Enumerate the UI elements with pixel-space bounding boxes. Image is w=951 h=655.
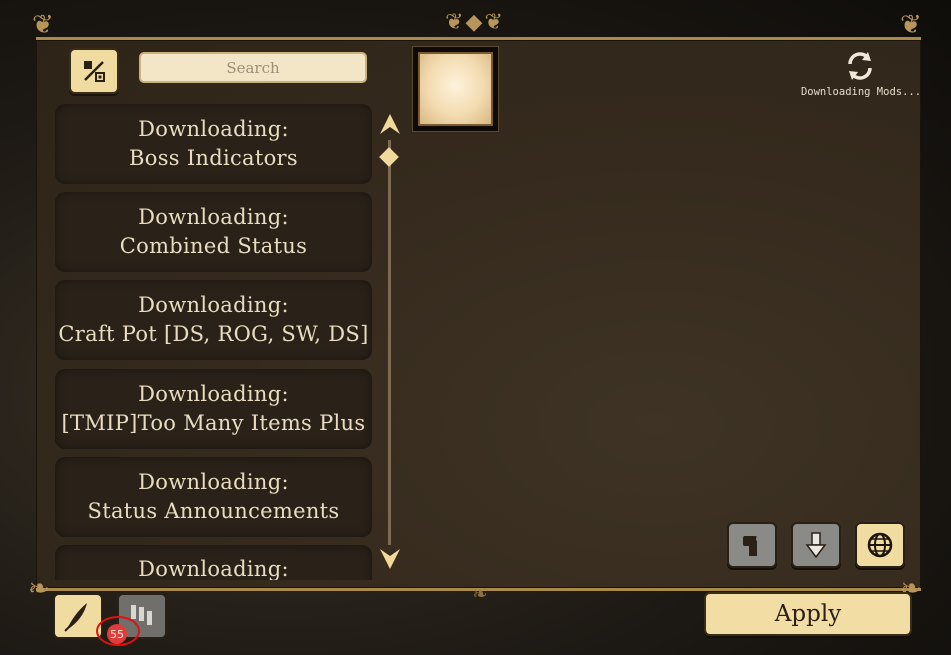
notification-badge: 55: [107, 624, 127, 644]
mod-status-label: Downloading:: [138, 205, 289, 229]
mod-status-label: Downloading:: [138, 293, 289, 317]
mod-preview-placeholder: [418, 52, 493, 126]
workshop-button[interactable]: [727, 522, 777, 568]
mod-list-item[interactable]: Downloading:: [55, 545, 372, 580]
wrench-icon: [743, 536, 762, 556]
globe-icon: [867, 532, 893, 558]
apply-button-label: Apply: [774, 601, 842, 627]
mod-preview-image: [412, 46, 499, 132]
bottom-ornament-icon: ❧: [472, 584, 488, 605]
scroll-down-arrow-icon: [380, 549, 400, 569]
mod-list: Downloading: Boss Indicators Downloading…: [52, 104, 376, 580]
mod-name: Combined Status: [119, 234, 308, 258]
scrollbar[interactable]: [388, 140, 391, 545]
mod-status-label: Downloading:: [138, 470, 289, 494]
filter-button[interactable]: [69, 48, 119, 94]
corner-ornament-icon: ❧: [28, 574, 50, 604]
server-browser-button[interactable]: [855, 522, 905, 568]
apply-button[interactable]: Apply: [704, 592, 912, 636]
mod-status-label: Downloading:: [138, 382, 289, 406]
filter-icon: [84, 61, 105, 82]
search-placeholder: Search: [226, 58, 280, 77]
mod-list-item[interactable]: Downloading: Craft Pot [DS, ROG, SW, DS]: [55, 280, 372, 360]
mod-name: Status Announcements: [87, 499, 340, 523]
scroll-down-button[interactable]: [378, 547, 402, 571]
download-arrow-icon: [805, 532, 827, 559]
search-input[interactable]: Search: [139, 52, 367, 83]
mod-list-item[interactable]: Downloading: Status Announcements: [55, 457, 372, 537]
mod-list-item[interactable]: Downloading: [TMIP]Too Many Items Plus: [55, 369, 372, 449]
mod-name: Boss Indicators: [129, 146, 298, 170]
mod-name: Craft Pot [DS, ROG, SW, DS]: [58, 322, 369, 346]
scroll-up-arrow-icon: [380, 114, 400, 134]
mod-status-label: Downloading:: [138, 117, 289, 141]
corner-ornament-icon: ❦: [32, 10, 54, 40]
download-status-text: Downloading Mods...: [800, 86, 922, 98]
mod-name: [TMIP]Too Many Items Plus: [61, 411, 366, 435]
top-ornament-icon: ❦◆❦: [445, 10, 505, 35]
mod-list-item[interactable]: Downloading: Combined Status: [55, 192, 372, 272]
mod-status-label: Downloading:: [138, 557, 289, 580]
feather-icon: [64, 603, 87, 632]
download-button[interactable]: [791, 522, 841, 568]
refresh-icon: [844, 50, 876, 82]
scroll-up-button[interactable]: [378, 112, 402, 136]
mod-list-item[interactable]: Downloading: Boss Indicators: [55, 104, 372, 184]
corner-ornament-icon: ❦: [900, 10, 922, 40]
